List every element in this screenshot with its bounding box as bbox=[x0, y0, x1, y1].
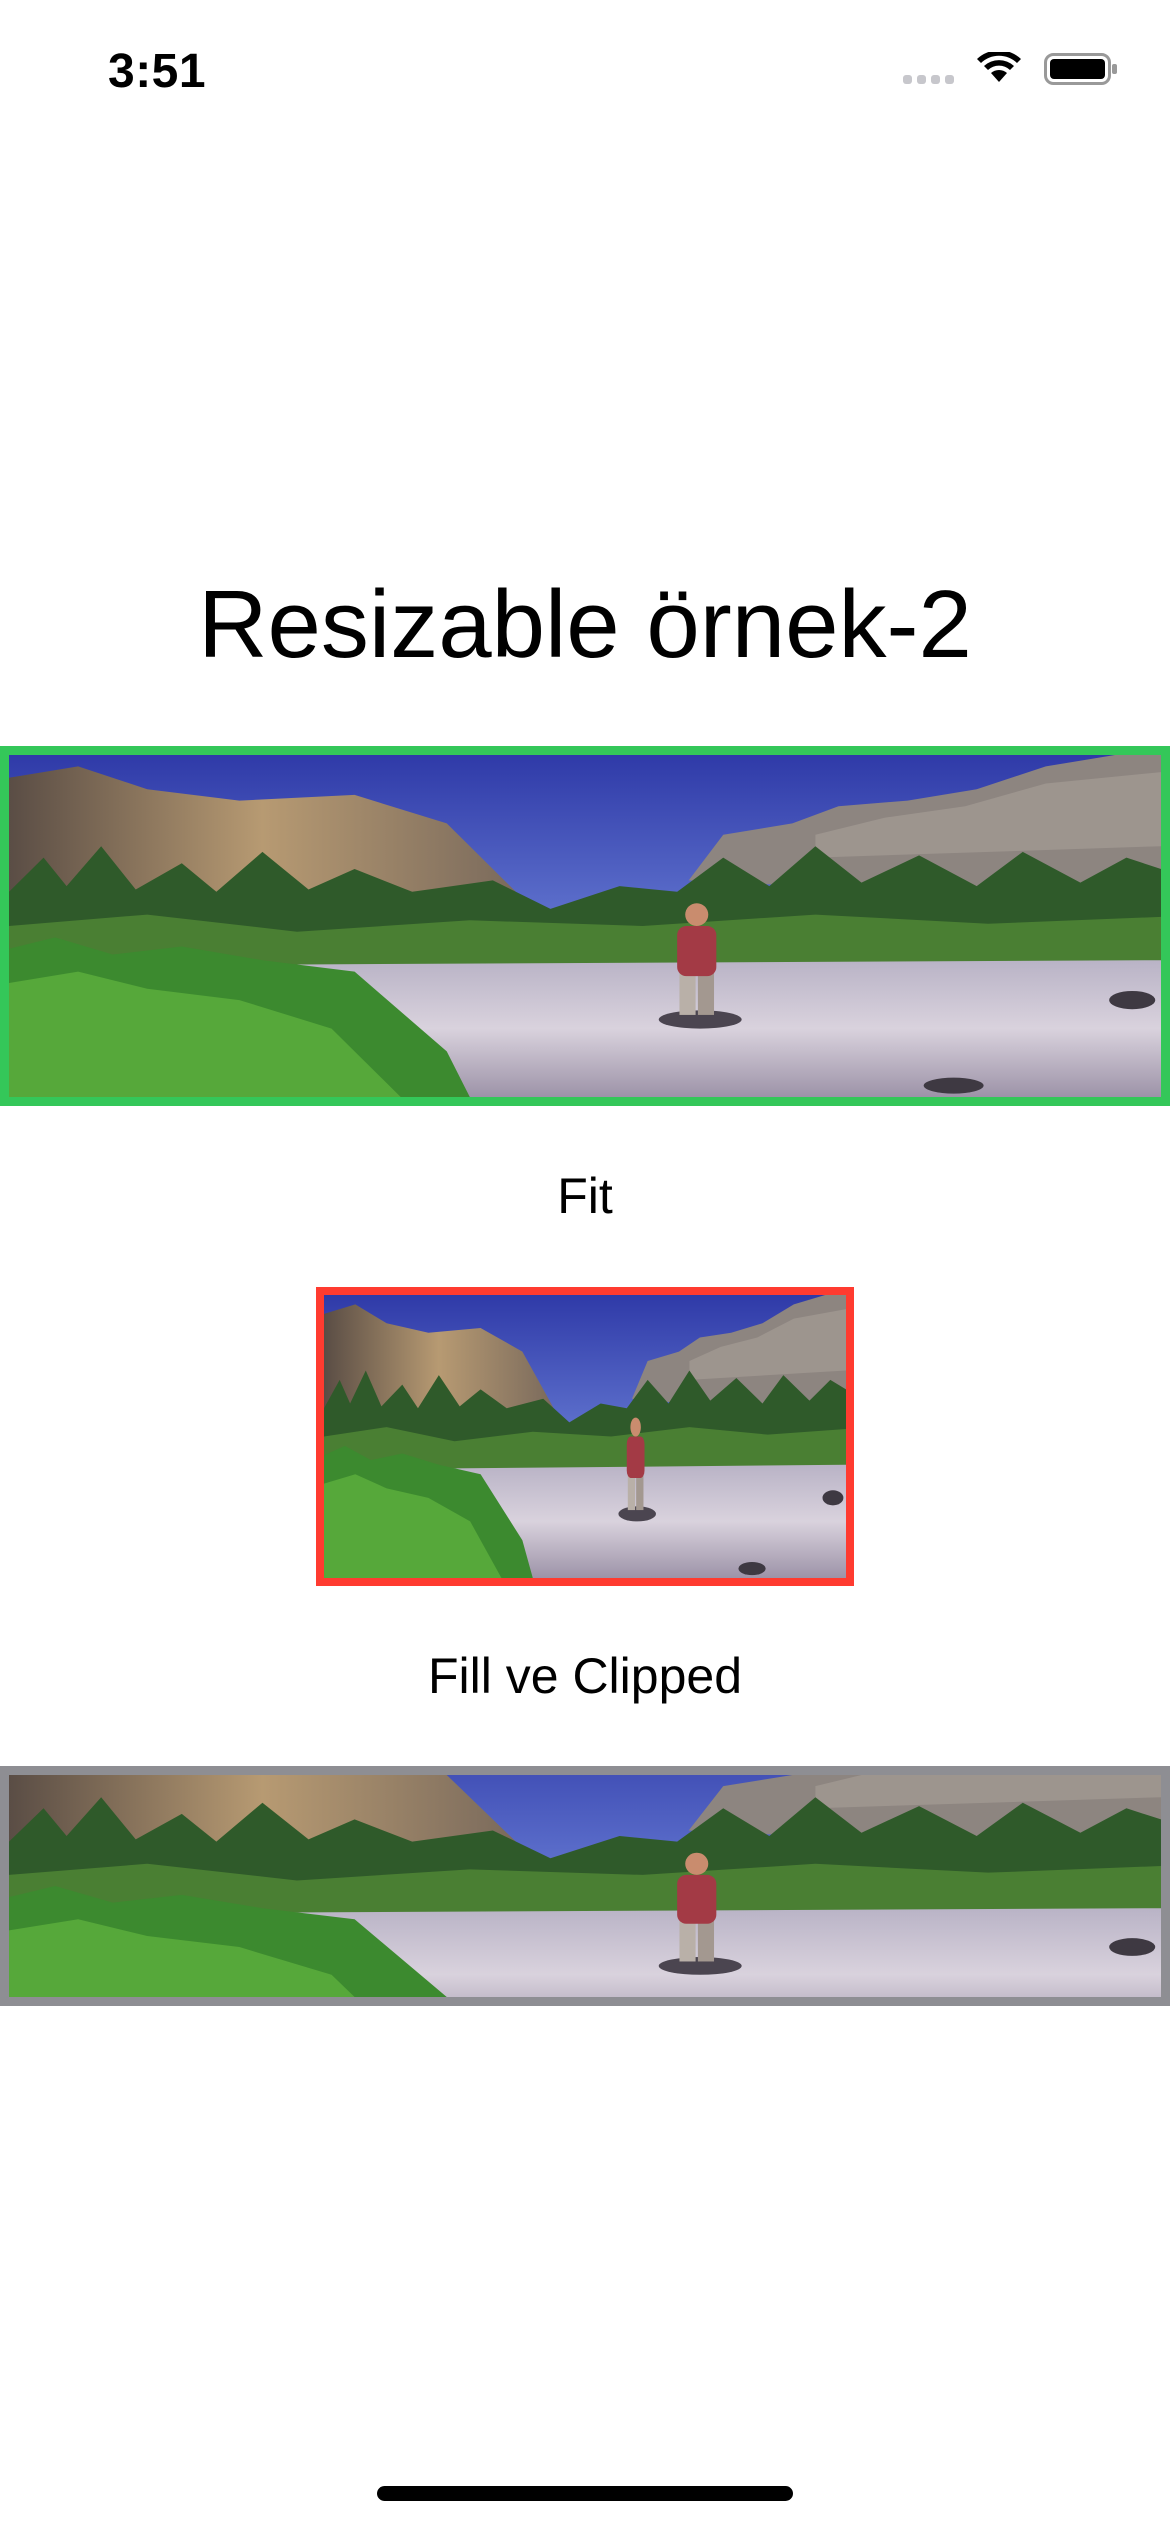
battery-icon bbox=[1044, 53, 1117, 85]
landscape-image-fit bbox=[0, 746, 1170, 1106]
caption-fit: Fit bbox=[557, 1168, 613, 1224]
cellular-signal-icon bbox=[903, 54, 954, 84]
status-time: 3:51 bbox=[108, 45, 207, 98]
caption-fill-clipped: Fill ve Clipped bbox=[427, 1648, 742, 1704]
page-title: Resizable örnek-2 bbox=[198, 571, 972, 678]
home-indicator[interactable] bbox=[377, 2486, 793, 2501]
landscape-image-fill bbox=[316, 1287, 854, 1586]
wifi-icon bbox=[977, 52, 1021, 82]
landscape-image-clipped bbox=[0, 1766, 1170, 2006]
status-bar: 3:51 bbox=[0, 0, 1170, 140]
status-icons bbox=[903, 52, 1118, 86]
